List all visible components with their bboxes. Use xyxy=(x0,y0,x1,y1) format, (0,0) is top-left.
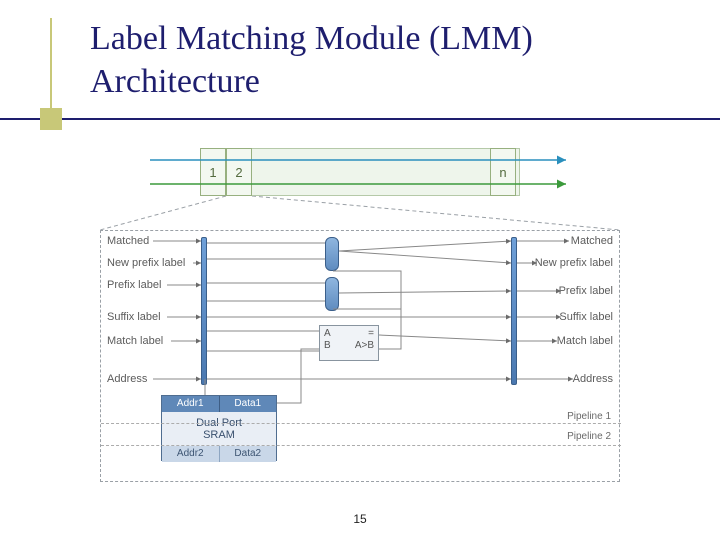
mem-data2: Data2 xyxy=(220,446,277,462)
page-number: 15 xyxy=(0,512,720,526)
mem-addr1: Addr1 xyxy=(162,396,220,412)
pipeline-stages-overview: 1 2 n xyxy=(150,148,570,200)
slide-title: Label Matching Module (LMM) Architecture xyxy=(90,18,700,103)
title-line-1: Label Matching Module (LMM) xyxy=(90,20,533,57)
title-accent-square xyxy=(40,108,62,130)
title-underline xyxy=(0,118,720,120)
mem-data1: Data1 xyxy=(220,396,277,412)
stages-flow-arrows xyxy=(150,148,570,200)
pipeline-divider-1 xyxy=(101,423,621,424)
mem-addr2: Addr2 xyxy=(162,446,220,462)
stage-detail-diagram: Matched New prefix label Prefix label Su… xyxy=(100,230,620,482)
dual-port-sram: Addr1 Data1 Dual Port SRAM Addr2 Data2 xyxy=(161,395,277,461)
page-number-value: 15 xyxy=(353,512,366,526)
mem-name-line2: SRAM xyxy=(196,429,242,441)
title-accent-vertical xyxy=(50,18,52,120)
title-line-2: Architecture xyxy=(90,63,260,100)
pipeline-1-label: Pipeline 1 xyxy=(567,411,611,422)
pipeline-2-label: Pipeline 2 xyxy=(567,431,611,442)
pipeline-divider-2 xyxy=(101,445,621,446)
